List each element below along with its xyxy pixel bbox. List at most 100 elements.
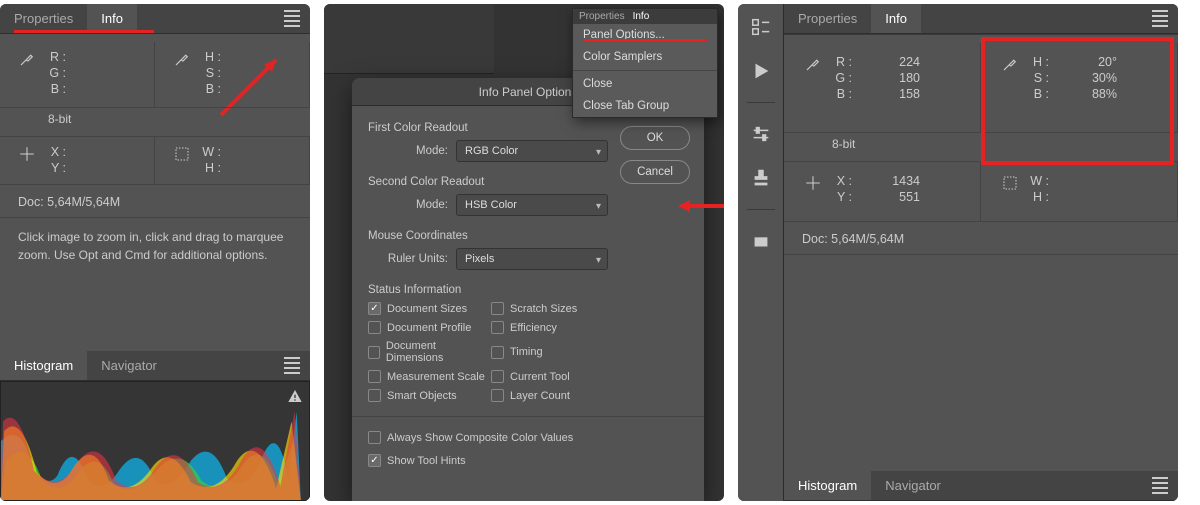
label-mode: Mode: [368,145,448,157]
value-y: 551 [860,190,920,204]
cb-measurement-scale[interactable]: Measurement Scale [368,370,485,383]
tab-properties[interactable]: Properties [0,4,87,33]
panel-menu-icon[interactable] [1152,10,1168,27]
section-second-readout: Second Color Readout [368,176,608,188]
info-panel-filled: Properties Info R :224 G :180 B :158 [738,4,1178,501]
label-ruler: Ruler Units: [368,253,448,265]
tab-navigator[interactable]: Navigator [87,351,171,380]
tab-properties[interactable]: Properties [784,4,871,33]
adjust-icon[interactable] [748,121,774,147]
ctx-tab-properties[interactable]: Properties [579,11,625,22]
bitdepth-label: 8-bit [784,133,855,161]
second-readout: H : S : B : [155,42,310,108]
cb-document-profile[interactable]: Document Profile [368,321,485,334]
menu-color-samplers[interactable]: Color Samplers [573,46,717,68]
label-w: W : [1027,174,1049,188]
xy-readout: X : Y : [0,137,155,185]
play-icon[interactable] [748,58,774,84]
bounds-icon [1001,174,1019,192]
cb-scratch-sizes[interactable]: Scratch Sizes [491,302,608,315]
label-y: Y : [830,190,852,204]
section-status: Status Information [368,284,608,296]
ruler-units-select[interactable]: Pixels [456,248,608,270]
info-panel-options-dialog: Info Panel Options OK Cancel First Color… [352,78,704,501]
stamp-icon[interactable] [748,165,774,191]
cb-layer-count[interactable]: Layer Count [491,389,608,402]
tab-navigator[interactable]: Navigator [871,471,955,500]
crosshair-icon [18,145,36,163]
warning-icon[interactable] [287,388,303,404]
label-x: X : [44,145,66,159]
info-readout-grid: R : G : B : H : S : B : 8-bit X : [0,34,310,185]
cb-document-sizes[interactable]: Document Sizes [368,302,485,315]
info-readout-grid: R :224 G :180 B :158 H :20° S :30% B :88… [784,34,1178,222]
second-mode-select[interactable]: HSB Color [456,194,608,216]
tab-info[interactable]: Info [87,4,137,33]
histogram-graphic [0,381,310,501]
tabbar: Properties Info [784,4,1178,34]
eyedropper-icon [18,50,36,68]
cb-timing[interactable]: Timing [491,340,608,364]
info-panel-empty: Properties Info R : G : B : H : S : [0,4,310,501]
panel-menu-icon[interactable] [284,10,300,27]
label-g: G : [830,71,852,85]
background-ui [324,4,494,74]
label-b2: B : [1027,87,1049,101]
label-h2: H : [199,161,221,175]
ok-button[interactable]: OK [620,126,690,150]
value-b: 158 [860,87,920,101]
section-mouse: Mouse Coordinates [368,230,608,242]
align-icon[interactable] [748,14,774,40]
value-x: 1434 [860,174,920,188]
panel-menu-icon[interactable] [1152,477,1168,494]
section-first-readout: First Color Readout [368,122,608,134]
tool-hint: Click image to zoom in, click and drag t… [0,218,310,274]
value-h: 20° [1057,55,1117,69]
label-g: G : [44,66,66,80]
wh-readout: W : H : [155,137,310,185]
label-h2: H : [1027,190,1049,204]
rgb-readout: R :224 G :180 B :158 [784,43,981,133]
eyedropper-icon [804,55,822,73]
annotation-underline [14,30,154,33]
eyedropper-icon [1001,55,1019,73]
label-h: H : [1027,55,1049,69]
annotation-underline [583,39,707,41]
tabbar: Properties Info [0,4,310,34]
bitdepth-label: 8-bit [0,108,71,136]
label-x: X : [830,174,852,188]
first-mode-select[interactable]: RGB Color [456,140,608,162]
cancel-button[interactable]: Cancel [620,160,690,184]
value-r: 224 [860,55,920,69]
label-s: S : [1027,71,1049,85]
cb-show-tool-hints[interactable]: Show Tool Hints [368,454,688,467]
options-dialog-view: Properties Info Panel Options... Color S… [324,4,724,501]
value-b2: 88% [1057,87,1117,101]
vertical-toolbar [738,4,784,501]
cb-current-tool[interactable]: Current Tool [491,370,608,383]
value-s: 30% [1057,71,1117,85]
block-icon[interactable] [748,228,774,254]
xy-readout: X : 1434 Y : 551 [784,162,981,222]
hsb-readout: H : 20° S : 30% B : 88% [981,43,1178,133]
tab-info[interactable]: Info [871,4,921,33]
menu-close-group[interactable]: Close Tab Group [573,95,717,117]
cb-document-dimensions[interactable]: Document Dimensions [368,340,485,364]
doc-size: Doc: 5,64M/5,64M [784,222,1178,255]
cb-always-composite[interactable]: Always Show Composite Color Values [368,431,688,444]
menu-close[interactable]: Close [573,73,717,95]
panel-menu-icon[interactable] [284,357,300,374]
label-b2: B : [199,82,221,96]
cb-smart-objects[interactable]: Smart Objects [368,389,485,402]
tab-histogram[interactable]: Histogram [0,351,87,380]
ctx-tab-info[interactable]: Info [633,11,650,22]
label-r: R : [44,50,66,64]
menu-panel-options[interactable]: Panel Options... [573,24,717,46]
label-h: H : [199,50,221,64]
cb-efficiency[interactable]: Efficiency [491,321,608,334]
tab-histogram[interactable]: Histogram [784,471,871,500]
label-w: W : [199,145,221,159]
bounds-icon [173,145,191,163]
panel-flyout-menu: Properties Info Panel Options... Color S… [572,8,718,118]
label-r: R : [830,55,852,69]
